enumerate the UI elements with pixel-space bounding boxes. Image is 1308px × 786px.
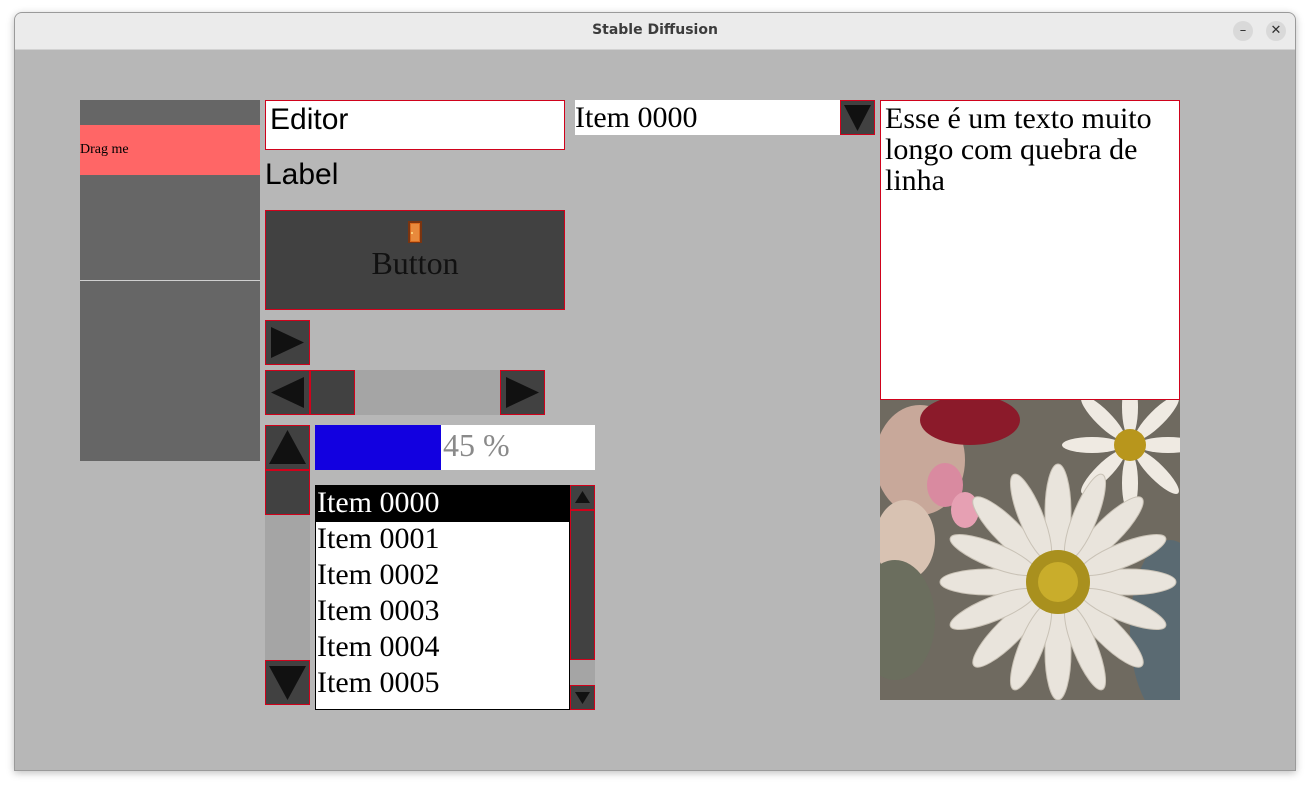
window-title: Stable Diffusion <box>592 22 718 38</box>
label-text: Label <box>265 158 339 191</box>
scroll-right-button[interactable] <box>500 370 545 415</box>
minimize-icon[interactable]: – <box>1233 21 1253 41</box>
main-button[interactable]: Button <box>265 210 565 310</box>
list-item[interactable]: Item 0001 <box>316 522 569 558</box>
list-items: Item 0000 Item 0001 Item 0002 Item 0003 Item… <box>316 486 569 702</box>
triangle-down-icon <box>269 666 306 700</box>
progress-text: 45 % <box>443 427 510 463</box>
scroll-up-button[interactable] <box>265 425 310 470</box>
triangle-right-icon <box>506 377 539 408</box>
drag-handle[interactable]: Drag me <box>80 125 260 175</box>
flower-bouquet-image <box>880 400 1180 700</box>
play-button[interactable] <box>265 320 310 365</box>
scroll-down-button[interactable] <box>265 660 310 705</box>
list-item[interactable]: Item 0004 <box>316 630 569 666</box>
drag-label: Drag me <box>80 142 129 157</box>
list-item[interactable]: Item 0003 <box>316 594 569 630</box>
app-window: Stable Diffusion – ✕ Drag me Editor Labe… <box>14 12 1296 771</box>
scroll-left-button[interactable] <box>265 370 310 415</box>
door-icon <box>407 220 423 244</box>
triangle-right-icon <box>271 327 304 358</box>
vertical-scroll-thumb[interactable] <box>265 470 310 515</box>
triangle-up-icon <box>269 430 306 464</box>
combo-dropdown-button[interactable] <box>840 100 875 135</box>
listbox[interactable]: Item 0000 Item 0001 Item 0002 Item 0003 Item… <box>315 485 570 710</box>
combo-selected: Item 0000 <box>575 101 698 134</box>
progress-bar: 45 % <box>315 425 595 470</box>
horizontal-scrollbar[interactable] <box>265 370 545 415</box>
list-item[interactable]: Item 0002 <box>316 558 569 594</box>
drag-panel: Drag me <box>80 100 260 461</box>
triangle-down-icon <box>575 692 590 704</box>
triangle-up-icon <box>575 491 590 503</box>
horizontal-scroll-thumb[interactable] <box>310 370 355 415</box>
button-label: Button <box>371 245 459 281</box>
progress-fill <box>315 425 441 470</box>
listbox-scrollbar[interactable] <box>570 485 595 710</box>
triangle-down-icon <box>844 105 871 131</box>
triangle-left-icon <box>271 377 304 408</box>
close-icon[interactable]: ✕ <box>1266 21 1286 41</box>
vertical-scrollbar[interactable] <box>265 425 310 705</box>
editor-value: Editor <box>270 103 349 136</box>
list-scroll-thumb[interactable] <box>570 510 595 660</box>
editor-input[interactable]: Editor <box>265 100 565 150</box>
list-scroll-down-button[interactable] <box>570 685 595 710</box>
title-bar[interactable]: Stable Diffusion – ✕ <box>15 13 1295 50</box>
list-scroll-up-button[interactable] <box>570 485 595 510</box>
list-item[interactable]: Item 0000 <box>316 486 569 522</box>
list-item[interactable]: Item 0005 <box>316 666 569 702</box>
panel-divider <box>80 280 260 281</box>
textarea-value: Esse é um texto muito longo com quebra d… <box>885 102 1152 197</box>
textarea[interactable]: Esse é um texto muito longo com quebra d… <box>880 100 1180 400</box>
combo-box[interactable]: Item 0000 <box>575 100 875 135</box>
